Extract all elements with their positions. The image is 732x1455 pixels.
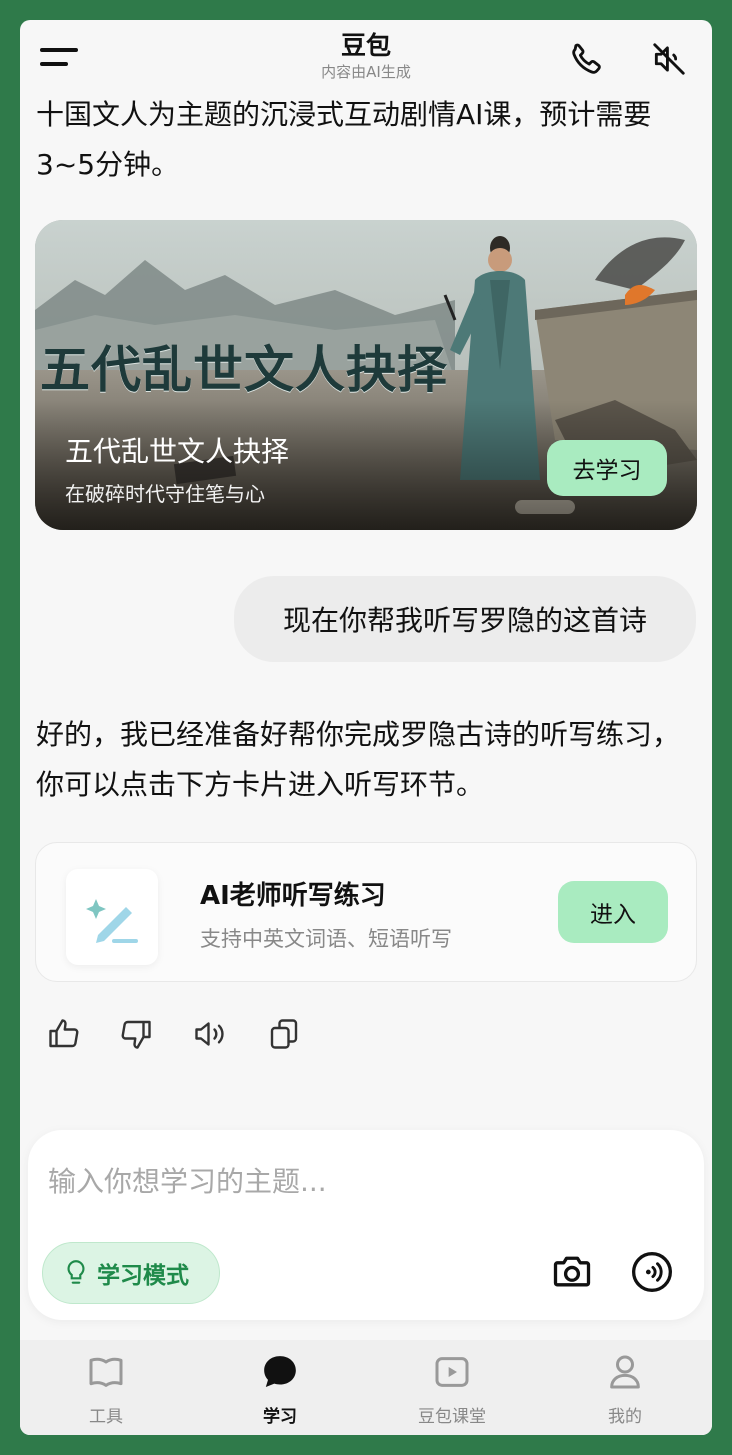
speaker-icon[interactable] [192,1016,228,1052]
top-bar: 豆包 内容由AI生成 [20,20,712,100]
tab-classroom[interactable]: 豆包课堂 [392,1340,512,1435]
go-study-button[interactable]: 去学习 [547,440,667,496]
course-title: 五代乱世文人抉择 [65,435,290,468]
menu-icon[interactable] [40,46,80,72]
book-icon [89,1357,123,1387]
ai-message-reply: 好的，我已经准备好帮你完成罗隐古诗的听写练习，你可以点击下方卡片进入听写环节。 [36,718,681,801]
user-message-bubble: 现在你帮我听写罗隐的这首诗 [234,576,696,662]
ai-message-intro: 十国文人为主题的沉浸式互动剧情AI课，预计需要3~5分钟。 [36,98,652,181]
person-icon [610,1355,640,1389]
tab-study[interactable]: 学习 [220,1340,340,1435]
course-cover-title: 五代乱世文人抉择 [40,340,448,399]
study-mode-toggle[interactable]: 学习模式 [42,1242,220,1304]
lightbulb-icon [67,1260,85,1284]
magic-pen-icon [86,899,138,943]
course-card[interactable]: 五代乱世文人抉择 五代乱世文人抉择 在破碎时代守住笔与心 去学习 [35,220,697,530]
topic-input[interactable] [48,1154,668,1208]
chat-bubble-icon [264,1356,296,1387]
voice-input-icon[interactable] [630,1250,674,1294]
composer: 学习模式 [28,1130,704,1320]
thumbs-up-icon[interactable] [46,1016,82,1052]
tab-label-classroom: 豆包课堂 [418,1407,486,1427]
speaker-muted-icon[interactable] [650,40,688,78]
tab-mine[interactable]: 我的 [565,1340,685,1435]
camera-icon[interactable] [550,1250,594,1294]
phone-call-icon[interactable] [568,40,606,78]
dictation-subtitle: 支持中英文词语、短语听写 [200,927,452,951]
play-video-icon [435,1357,469,1387]
study-mode-label: 学习模式 [97,1263,189,1289]
tab-label-mine: 我的 [608,1407,642,1427]
app-screen: 豆包 内容由AI生成 十国文人为主题的沉浸式互动剧情AI课，预计需要3~5分钟。 [20,20,712,1435]
title-block: 豆包 内容由AI生成 [266,30,466,82]
enter-button[interactable]: 进入 [558,881,668,943]
tab-label-tools: 工具 [89,1407,123,1427]
page-title: 豆包 [340,31,391,60]
thumbs-down-icon[interactable] [118,1016,154,1052]
tab-label-study: 学习 [263,1407,297,1427]
copy-icon[interactable] [266,1016,302,1052]
tab-tools[interactable]: 工具 [46,1340,166,1435]
dictation-thumbnail [66,869,158,965]
bottom-nav: 工具 学习 豆包课堂 我的 [20,1340,712,1435]
dictation-title: AI老师听写练习 [200,881,386,911]
ai-generated-note: 内容由AI生成 [321,63,411,81]
course-subtitle: 在破碎时代守住笔与心 [65,482,265,506]
dictation-card[interactable]: AI老师听写练习 支持中英文词语、短语听写 进入 [35,842,697,982]
